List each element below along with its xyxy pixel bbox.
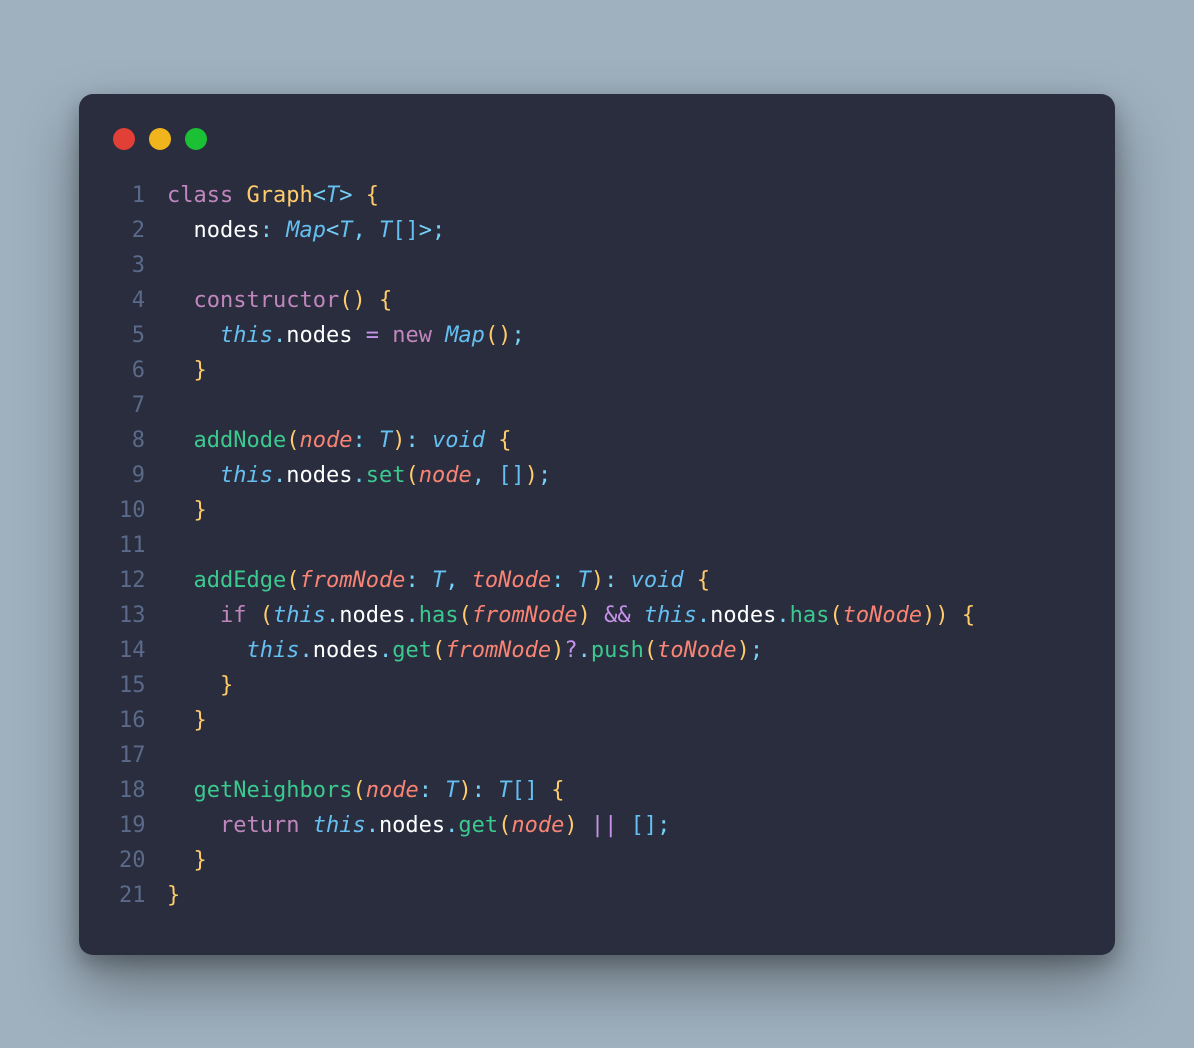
code-line: } bbox=[167, 878, 1075, 913]
code-line: this.nodes.set(node, []); bbox=[167, 458, 1075, 493]
code-line: this.nodes = new Map(); bbox=[167, 318, 1075, 353]
line-number: 10 bbox=[119, 493, 167, 528]
line-number: 8 bbox=[119, 423, 167, 458]
line-number: 6 bbox=[119, 353, 167, 388]
editor-window: 1 class Graph<T> { 2 nodes: Map<T, T[]>;… bbox=[79, 94, 1115, 955]
line-number: 13 bbox=[119, 598, 167, 633]
line-number: 2 bbox=[119, 213, 167, 248]
code-line bbox=[167, 738, 1075, 773]
line-number: 14 bbox=[119, 633, 167, 668]
window-titlebar bbox=[113, 128, 1075, 150]
line-number: 9 bbox=[119, 458, 167, 493]
line-number: 3 bbox=[119, 248, 167, 283]
line-number: 19 bbox=[119, 808, 167, 843]
minimize-icon[interactable] bbox=[149, 128, 171, 150]
line-number: 5 bbox=[119, 318, 167, 353]
line-number: 15 bbox=[119, 668, 167, 703]
code-line bbox=[167, 248, 1075, 283]
line-number: 4 bbox=[119, 283, 167, 318]
code-line: getNeighbors(node: T): T[] { bbox=[167, 773, 1075, 808]
code-line: constructor() { bbox=[167, 283, 1075, 318]
code-line: class Graph<T> { bbox=[167, 178, 1075, 213]
line-number: 7 bbox=[119, 388, 167, 423]
line-number: 12 bbox=[119, 563, 167, 598]
line-number: 17 bbox=[119, 738, 167, 773]
code-line: } bbox=[167, 353, 1075, 388]
line-number: 1 bbox=[119, 178, 167, 213]
line-number: 20 bbox=[119, 843, 167, 878]
code-editor[interactable]: 1 class Graph<T> { 2 nodes: Map<T, T[]>;… bbox=[119, 178, 1075, 913]
line-number: 16 bbox=[119, 703, 167, 738]
line-number: 18 bbox=[119, 773, 167, 808]
zoom-icon[interactable] bbox=[185, 128, 207, 150]
code-line: if (this.nodes.has(fromNode) && this.nod… bbox=[167, 598, 1075, 633]
code-line: } bbox=[167, 843, 1075, 878]
code-line: addNode(node: T): void { bbox=[167, 423, 1075, 458]
code-line: this.nodes.get(fromNode)?.push(toNode); bbox=[167, 633, 1075, 668]
line-number: 21 bbox=[119, 878, 167, 913]
code-line: } bbox=[167, 668, 1075, 703]
code-line bbox=[167, 528, 1075, 563]
line-number: 11 bbox=[119, 528, 167, 563]
code-line bbox=[167, 388, 1075, 423]
code-line: nodes: Map<T, T[]>; bbox=[167, 213, 1075, 248]
code-line: return this.nodes.get(node) || []; bbox=[167, 808, 1075, 843]
close-icon[interactable] bbox=[113, 128, 135, 150]
code-line: } bbox=[167, 493, 1075, 528]
code-line: addEdge(fromNode: T, toNode: T): void { bbox=[167, 563, 1075, 598]
code-line: } bbox=[167, 703, 1075, 738]
